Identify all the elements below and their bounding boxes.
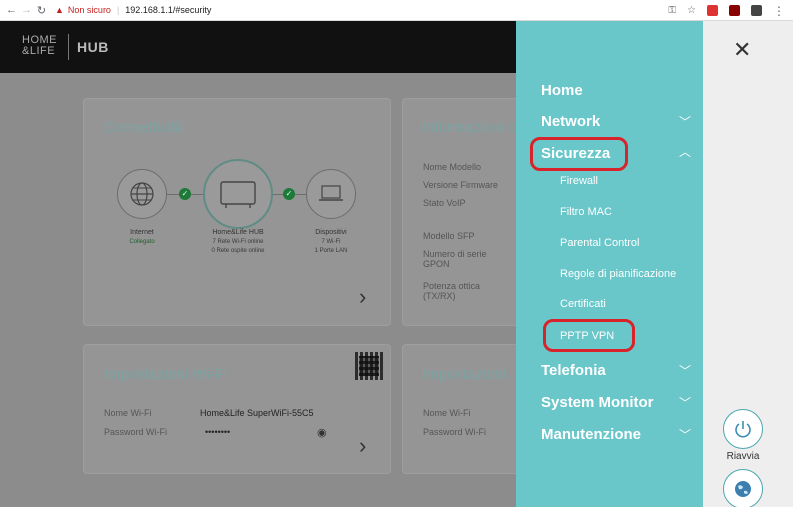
star-icon[interactable]: ☆ xyxy=(687,5,696,16)
logo: HOME &LIFE xyxy=(22,34,57,57)
card-title: Informazioni c xyxy=(422,119,516,136)
language-button[interactable] xyxy=(723,469,763,507)
connectivity-card[interactable]: Connettività ✓ ✓ Internet Collegato Home… xyxy=(83,98,391,326)
hub-router-icon xyxy=(203,159,273,229)
card-title: Impostazioni Wi-Fi xyxy=(104,366,228,383)
riavvia-label: Riavvia xyxy=(726,451,760,462)
key-icon[interactable]: ⚿ xyxy=(668,5,676,16)
chevron-down-icon[interactable]: ﹀ xyxy=(679,362,691,379)
security-indicator[interactable]: ▲ Non sicuro xyxy=(55,5,111,15)
menu-sub-certificati[interactable]: Certificati xyxy=(560,298,606,310)
menu-item-manutenzione[interactable]: Manutenzione xyxy=(541,426,641,443)
chevron-down-icon[interactable]: ﹀ xyxy=(679,113,691,130)
check-icon: ✓ xyxy=(283,188,295,200)
chevron-right-icon[interactable]: › xyxy=(359,284,366,310)
logo-hub: HUB xyxy=(77,39,109,55)
app-header: HOME &LIFE HUB xyxy=(0,21,516,73)
reload-icon[interactable]: ↻ xyxy=(34,4,49,17)
check-icon: ✓ xyxy=(179,188,191,200)
main-content: Connettività ✓ ✓ Internet Collegato Home… xyxy=(0,73,516,507)
menu-item-telefonia[interactable]: Telefonia xyxy=(541,362,606,379)
menu-item-home[interactable]: Home xyxy=(541,82,583,99)
card-title: Connettività xyxy=(104,119,184,136)
qr-code-icon[interactable] xyxy=(355,352,383,380)
menu-sub-firewall[interactable]: Firewall xyxy=(560,175,598,187)
eye-icon[interactable]: ◉ xyxy=(317,426,327,439)
insecure-label: Non sicuro xyxy=(67,5,111,15)
chevron-right-icon[interactable]: › xyxy=(359,433,366,459)
menu-sub-pptp-vpn[interactable]: PPTP VPN xyxy=(560,330,614,342)
browser-menu-icon[interactable]: ⋮ xyxy=(773,4,785,18)
globe-icon xyxy=(735,481,751,497)
right-panel: ✕ Riavvia xyxy=(703,21,793,507)
card-title: Impostazioni xyxy=(422,366,507,383)
extension-icon[interactable] xyxy=(751,5,762,16)
settings-card[interactable]: Impostazioni Nome Wi-Fi Password Wi-Fi xyxy=(402,344,516,474)
menu-sub-filtro-mac[interactable]: Filtro MAC xyxy=(560,206,612,218)
chevron-up-icon[interactable]: ︿ xyxy=(679,143,691,160)
side-menu: Home Network ﹀ Sicurezza ︿ Firewall Filt… xyxy=(516,21,703,507)
internet-globe-icon xyxy=(117,169,167,219)
close-icon[interactable]: ✕ xyxy=(733,37,751,63)
wifi-settings-card[interactable]: Impostazioni Wi-Fi Nome Wi-Fi Home&Life … xyxy=(83,344,391,474)
warning-icon: ▲ xyxy=(55,5,64,15)
menu-item-network[interactable]: Network xyxy=(541,113,600,130)
menu-sub-parental-control[interactable]: Parental Control xyxy=(560,237,640,249)
info-card[interactable]: Informazioni c Nome Modello Versione Fir… xyxy=(402,98,516,326)
menu-item-sicurezza[interactable]: Sicurezza xyxy=(541,145,610,162)
ublock-icon[interactable] xyxy=(729,5,740,16)
chevron-down-icon[interactable]: ﹀ xyxy=(679,426,691,443)
menu-item-system-monitor[interactable]: System Monitor xyxy=(541,394,654,411)
chevron-down-icon[interactable]: ﹀ xyxy=(679,394,691,411)
power-icon xyxy=(735,421,751,438)
browser-toolbar: ← → ↻ ▲ Non sicuro | 192.168.1.1/#securi… xyxy=(0,0,793,21)
address-bar[interactable]: 192.168.1.1/#security xyxy=(125,5,211,15)
laptop-icon xyxy=(306,169,356,219)
back-icon[interactable]: ← xyxy=(4,4,19,16)
forward-icon[interactable]: → xyxy=(19,4,34,16)
menu-sub-regole[interactable]: Regole di pianificazione xyxy=(560,268,676,280)
extension-icon[interactable] xyxy=(707,5,718,16)
power-button[interactable] xyxy=(723,409,763,449)
